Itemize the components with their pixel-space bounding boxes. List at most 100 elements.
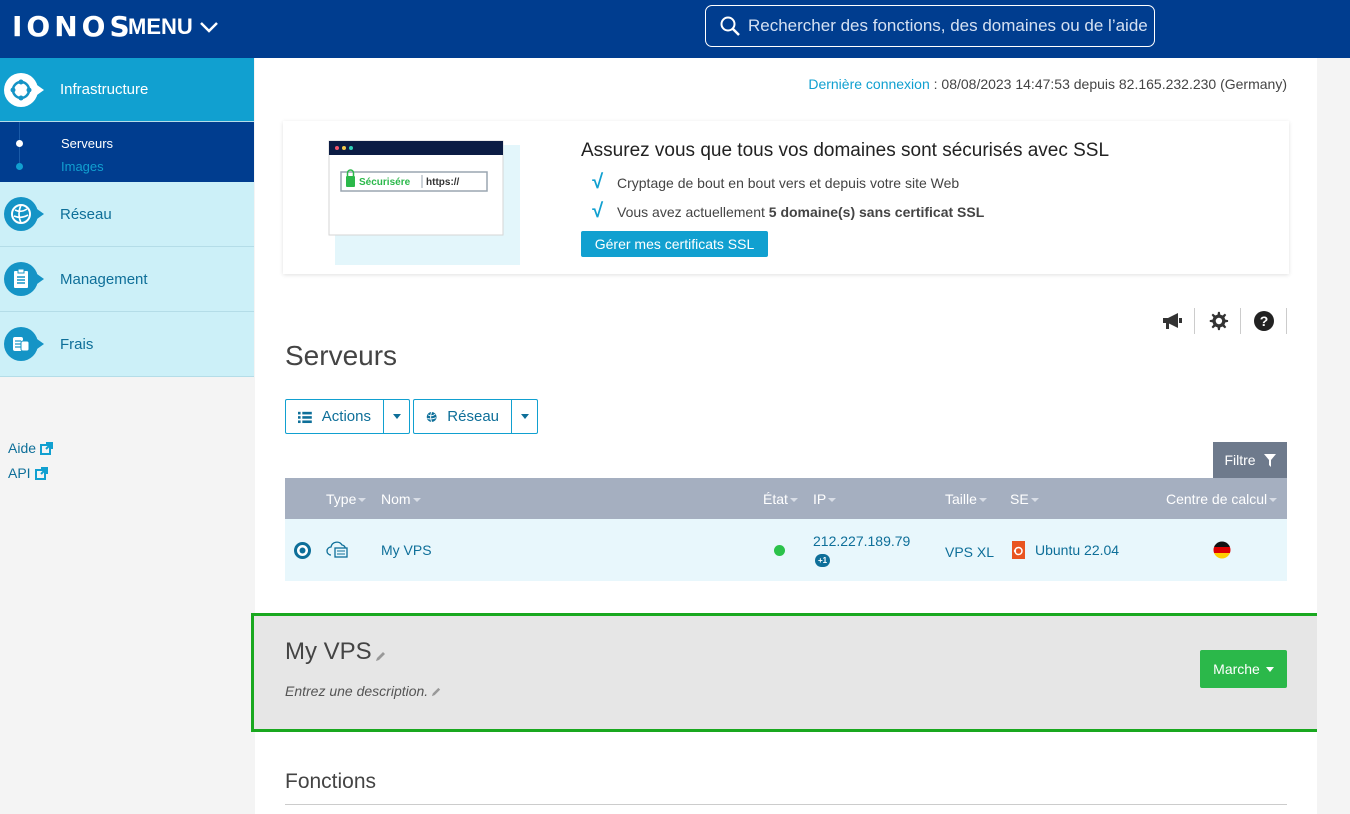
network-button-group: Réseau (413, 399, 538, 434)
server-detail-title: My VPS (285, 638, 372, 665)
sidebar-item-serveurs[interactable]: Serveurs (16, 136, 113, 151)
sidebar-item-label: Infrastructure (60, 81, 149, 98)
servers-table: Type Nom État IP Taille SE Centre de cal… (285, 478, 1287, 581)
actions-dropdown-toggle[interactable] (384, 400, 409, 433)
sort-caret-icon (978, 498, 987, 503)
ionos-logo[interactable]: IONOS (12, 10, 134, 43)
column-state[interactable]: État (763, 491, 798, 507)
question-circle-icon: ? (1253, 311, 1274, 331)
page-title: Serveurs (285, 340, 398, 371)
column-ip[interactable]: IP (813, 491, 837, 507)
menu-button[interactable]: MENU (128, 14, 219, 40)
sidebar-item-label: Réseau (60, 205, 112, 223)
search-icon (720, 16, 740, 36)
manage-ssl-button[interactable]: Gérer mes certificats SSL (581, 231, 768, 257)
os-name: Ubuntu 22.04 (1035, 542, 1120, 558)
search-box[interactable] (705, 5, 1155, 47)
ubuntu-icon (1012, 541, 1025, 559)
pencil-icon[interactable] (431, 686, 442, 697)
aide-link[interactable]: Aide (8, 440, 54, 456)
last-connection-link[interactable]: Dernière connexion (808, 76, 929, 92)
table-row[interactable]: My VPS 212.227.189.79 +1 VPS XL Ubuntu 2… (285, 519, 1287, 581)
sidebar-subitem-label: Images (61, 159, 104, 174)
column-type[interactable]: Type (326, 491, 367, 507)
network-globe-icon (4, 197, 44, 231)
check-icon: √ (591, 171, 602, 193)
megaphone-icon (1162, 313, 1182, 329)
actions-button[interactable]: Actions (286, 400, 384, 433)
column-datacenter[interactable]: Centre de calcul (1166, 491, 1278, 507)
aide-link-label: Aide (8, 440, 37, 456)
caret-down-icon (520, 414, 529, 419)
search-input[interactable] (748, 16, 1148, 36)
ssl-bullet-1-text: Cryptage de bout en bout vers et depuis … (617, 174, 960, 191)
https-label: https:// (426, 177, 460, 188)
ssl-bullet-2-bold: 5 domaine(s) sans certificat SSL (768, 203, 985, 220)
network-dropdown-toggle[interactable] (512, 400, 537, 433)
server-detail-name[interactable]: My VPS (285, 638, 387, 666)
ip-extra-badge[interactable]: +1 (815, 554, 830, 567)
settings-button[interactable] (1195, 308, 1241, 334)
menu-label: MENU (128, 14, 193, 39)
sort-caret-icon (1269, 498, 1278, 503)
chevron-down-icon (199, 22, 218, 33)
status-running-dot (774, 545, 785, 556)
network-button[interactable]: Réseau (414, 400, 512, 433)
filter-icon (1263, 453, 1276, 467)
ssl-bullet-2-text: Vous avez actuellement 5 domaine(s) sans… (617, 203, 985, 220)
right-gutter (1317, 58, 1350, 814)
power-state-button[interactable]: Marche (1200, 650, 1287, 688)
sort-caret-icon (789, 498, 798, 503)
api-link[interactable]: API (8, 465, 48, 481)
sidebar-item-images[interactable]: Images (16, 159, 104, 174)
column-name[interactable]: Nom (381, 491, 421, 507)
ssl-bullet-1: √ Cryptage de bout en bout vers et depui… (591, 171, 959, 194)
divider (285, 804, 1287, 805)
functions-heading: Fonctions (285, 770, 377, 793)
actions-label: Actions (321, 408, 371, 425)
sidebar-item-frais[interactable]: Frais (0, 312, 254, 377)
help-button[interactable]: ? (1241, 308, 1287, 334)
gear-icon (1209, 311, 1228, 331)
sort-caret-icon (358, 498, 367, 503)
infrastructure-icon (4, 73, 44, 107)
ssl-browser-illustration: Sécurisére https:// (328, 140, 520, 265)
sort-caret-icon (1030, 498, 1039, 503)
top-bar: IONOS MENU (0, 0, 1350, 58)
column-size[interactable]: Taille (945, 491, 987, 507)
secure-label: Sécurisére (359, 177, 411, 188)
sidebar: Infrastructure Serveurs Images Réseau Ma… (0, 58, 254, 814)
network-globe-icon (426, 411, 437, 422)
sidebar-item-reseau[interactable]: Réseau (0, 182, 254, 247)
announcement-button[interactable] (1149, 308, 1195, 334)
caret-down-icon (392, 414, 401, 419)
ip-address[interactable]: 212.227.189.79 (813, 533, 910, 549)
table-header: Type Nom État IP Taille SE Centre de cal… (285, 478, 1287, 519)
last-connection-text: : 08/08/2023 14:47:53 depuis 82.165.232.… (929, 76, 1287, 92)
api-link-label: API (8, 465, 31, 481)
power-state-label: Marche (1213, 661, 1260, 677)
server-name-link[interactable]: My VPS (381, 542, 432, 558)
ssl-banner: Sécurisére https:// Assurez vous que tou… (283, 121, 1289, 274)
caret-down-icon (1265, 666, 1274, 672)
sidebar-submenu: Serveurs Images (0, 122, 254, 182)
sidebar-subitem-label: Serveurs (61, 136, 114, 151)
filter-button[interactable]: Filtre (1213, 442, 1287, 478)
column-os[interactable]: SE (1010, 491, 1039, 507)
external-link-icon (34, 466, 48, 480)
coins-icon (4, 327, 44, 361)
ssl-bullet-2: √ Vous avez actuellement 5 domaine(s) sa… (591, 200, 984, 223)
server-description[interactable]: Entrez une description. (285, 683, 442, 699)
pencil-icon[interactable] (375, 650, 387, 662)
radio-selected[interactable] (294, 542, 311, 559)
network-label: Réseau (447, 408, 499, 425)
sidebar-item-management[interactable]: Management (0, 247, 254, 312)
cloud-server-icon (326, 541, 348, 558)
sidebar-item-label: Frais (60, 335, 94, 353)
bullet-icon (16, 140, 23, 147)
main-content: Dernière connexion : 08/08/2023 14:47:53… (251, 58, 1323, 814)
sidebar-item-infrastructure[interactable]: Infrastructure (0, 58, 254, 122)
page-toolbar: ? (1149, 308, 1287, 334)
external-link-icon (40, 441, 54, 455)
server-detail-panel: My VPS Entrez une description. Marche (251, 613, 1323, 732)
